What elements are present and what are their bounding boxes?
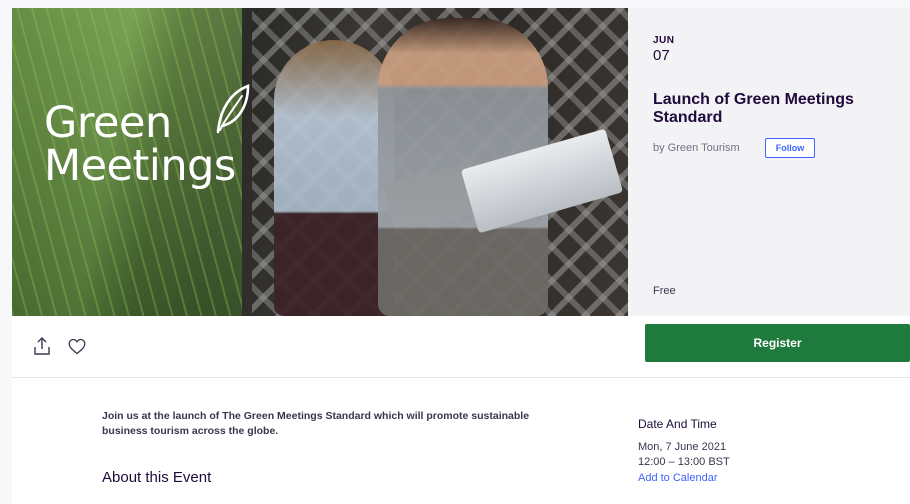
leaf-icon <box>216 84 250 134</box>
event-day: 07 <box>653 47 670 64</box>
event-time: 12:00 – 13:00 BST <box>638 456 730 468</box>
register-button[interactable]: Register <box>645 324 910 362</box>
event-hero-image: Green Meetings <box>12 8 628 316</box>
follow-button[interactable]: Follow <box>765 138 815 158</box>
event-price: Free <box>653 285 676 297</box>
event-summary-text: Join us at the launch of The Green Meeti… <box>102 410 530 437</box>
date-time-heading: Date And Time <box>638 417 717 431</box>
green-meetings-logo: Green Meetings <box>44 84 254 191</box>
woman-with-tablet <box>274 40 394 316</box>
organizer-name: by Green Tourism <box>653 142 740 154</box>
about-heading: About this Event <box>102 469 212 486</box>
event-summary-panel: JUN 07 Launch of Green Meetings Standard… <box>628 8 910 316</box>
logo-line-2: Meetings <box>44 141 236 191</box>
event-card: Green Meetings JUN 07 Launch of Green Me… <box>12 8 910 504</box>
heart-icon[interactable] <box>68 338 86 355</box>
event-month: JUN <box>653 35 675 46</box>
action-bar: Register <box>12 316 910 378</box>
event-title: Launch of Green Meetings Standard <box>653 91 854 126</box>
event-date: Mon, 7 June 2021 <box>638 441 727 453</box>
share-icon[interactable] <box>32 336 52 356</box>
add-to-calendar-link[interactable]: Add to Calendar <box>638 472 718 484</box>
